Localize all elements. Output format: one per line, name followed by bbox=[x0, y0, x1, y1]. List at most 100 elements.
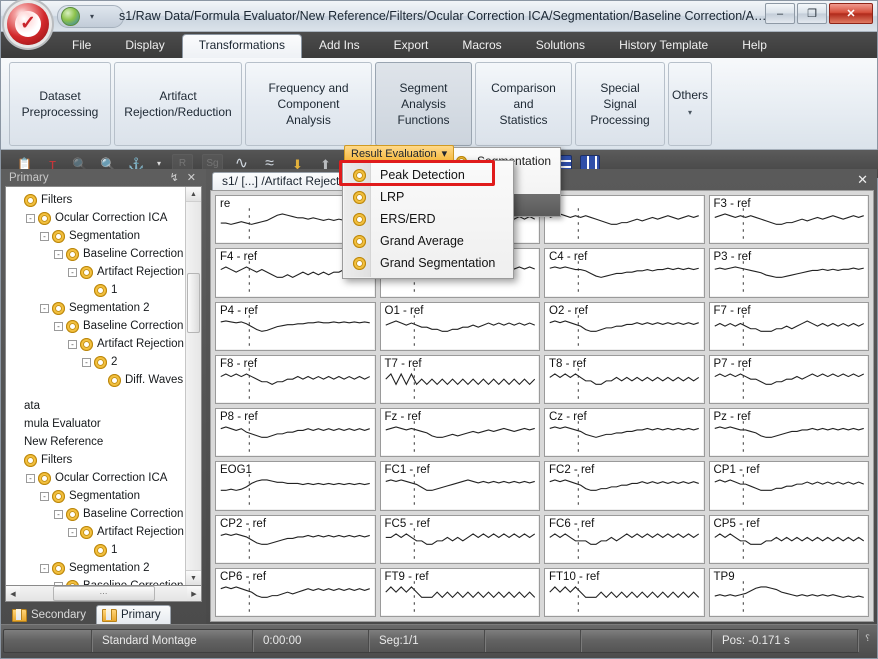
tree-expander[interactable]: - bbox=[68, 267, 77, 277]
tree-item[interactable]: - Segmentation 2 bbox=[8, 559, 185, 577]
channel-plot[interactable]: P8 - ref bbox=[215, 408, 376, 458]
ribbon-tab-add-ins[interactable]: Add Ins bbox=[302, 34, 377, 58]
pin-icon[interactable]: ↯ bbox=[170, 171, 179, 184]
channel-plot[interactable]: P4 - ref bbox=[215, 301, 376, 351]
ribbon-tab-help[interactable]: Help bbox=[725, 34, 784, 58]
tree-expander[interactable]: - bbox=[68, 527, 77, 537]
menu-item-grand-average[interactable]: Grand Average bbox=[343, 230, 513, 252]
tree-item[interactable]: - Segmentation 2 bbox=[8, 299, 185, 317]
ribbon-group-frequency-and[interactable]: Frequency and Component Analysis bbox=[245, 62, 372, 146]
menu-item-ers-erd[interactable]: ERS/ERD bbox=[343, 208, 513, 230]
scroll-up-arrow[interactable]: ▲ bbox=[186, 187, 201, 202]
channel-plot[interactable]: CP1 - ref bbox=[708, 461, 869, 511]
maximize-button[interactable]: ❐ bbox=[797, 3, 827, 24]
app-orb-button[interactable]: ✓ bbox=[7, 3, 49, 45]
tree-expander[interactable]: - bbox=[40, 563, 49, 573]
channel-plot[interactable]: FC2 - ref bbox=[544, 461, 705, 511]
tree-expander[interactable]: - bbox=[40, 231, 49, 241]
document-close-icon[interactable]: ✕ bbox=[857, 173, 868, 186]
tree-item[interactable]: 1 bbox=[8, 541, 185, 559]
scroll-down-arrow[interactable]: ▼ bbox=[186, 570, 201, 585]
sidebar-tab-primary[interactable]: Primary bbox=[95, 605, 171, 624]
channel-plot[interactable]: FT10 - ref bbox=[544, 567, 705, 617]
tree-expander[interactable]: - bbox=[82, 357, 91, 367]
channel-plot[interactable]: CP2 - ref bbox=[215, 514, 376, 564]
tree-expander[interactable]: - bbox=[54, 509, 63, 519]
channel-plot[interactable] bbox=[544, 195, 705, 245]
tree-item[interactable]: mula Evaluator bbox=[8, 415, 185, 433]
hscroll-thumb[interactable]: ⋯ bbox=[52, 586, 155, 601]
tree-item[interactable]: - Ocular Correction ICA bbox=[8, 469, 185, 487]
channel-plot[interactable]: Cz - ref bbox=[544, 408, 705, 458]
scroll-left-arrow[interactable]: ◀ bbox=[6, 586, 20, 601]
tree-item[interactable]: - Artifact Rejection bbox=[8, 263, 185, 281]
tree-item[interactable]: - Artifact Rejection bbox=[8, 335, 185, 353]
channel-plot[interactable]: P3 - ref bbox=[708, 248, 869, 298]
ribbon-group-others[interactable]: Others ▾ bbox=[668, 62, 712, 146]
tree-item[interactable]: - Baseline Correction bbox=[8, 505, 185, 523]
history-tree[interactable]: Filters - Ocular Correction ICA - Segmentati… bbox=[6, 187, 185, 585]
tree-expander[interactable]: - bbox=[40, 303, 49, 313]
chevron-down-icon[interactable]: ▾ bbox=[688, 108, 692, 117]
ribbon-group-segment-analysis[interactable]: Segment Analysis Functions bbox=[375, 62, 472, 146]
tree-expander[interactable]: - bbox=[26, 473, 35, 483]
tree-item[interactable]: Diff. Waves bbox=[8, 371, 185, 389]
ribbon-tab-macros[interactable]: Macros bbox=[445, 34, 518, 58]
ribbon-group-dataset[interactable]: Dataset Preprocessing bbox=[9, 62, 111, 146]
channel-plot[interactable]: F7 - ref bbox=[708, 301, 869, 351]
ribbon-tab-history-template[interactable]: History Template bbox=[602, 34, 725, 58]
ribbon-group-comparison-and[interactable]: Comparison and Statistics bbox=[475, 62, 572, 146]
scroll-right-arrow[interactable]: ▶ bbox=[187, 586, 201, 601]
ribbon-group-special-signal[interactable]: Special Signal Processing bbox=[575, 62, 665, 146]
tree-horizontal-scrollbar[interactable]: ◀ ⋯ ▶ bbox=[5, 586, 202, 602]
chevron-down-icon[interactable]: ▾ bbox=[90, 12, 94, 21]
tree-item[interactable]: 1 bbox=[8, 281, 185, 299]
ribbon-tab-transformations[interactable]: Transformations bbox=[181, 34, 302, 58]
tree-item[interactable]: - Segmentation bbox=[8, 487, 185, 505]
tree-expander[interactable]: - bbox=[54, 581, 63, 585]
channel-plot[interactable]: C4 - ref bbox=[544, 248, 705, 298]
tree-item[interactable]: - Baseline Correction bbox=[8, 317, 185, 335]
tree-item[interactable]: -2 bbox=[8, 353, 185, 371]
channel-plot[interactable]: CP6 - ref bbox=[215, 567, 376, 617]
ribbon-tab-solutions[interactable]: Solutions bbox=[519, 34, 602, 58]
tree-expander[interactable]: - bbox=[68, 339, 77, 349]
globe-icon[interactable] bbox=[61, 7, 80, 26]
ribbon-tab-export[interactable]: Export bbox=[377, 34, 446, 58]
channel-plot[interactable]: P7 - ref bbox=[708, 354, 869, 404]
channel-plot[interactable]: O2 - ref bbox=[544, 301, 705, 351]
tree-expander[interactable]: - bbox=[40, 491, 49, 501]
channel-plot[interactable]: Fz - ref bbox=[379, 408, 540, 458]
ribbon-tab-file[interactable]: File bbox=[55, 34, 108, 58]
close-icon[interactable]: ✕ bbox=[187, 171, 196, 184]
channel-plot[interactable]: FC1 - ref bbox=[379, 461, 540, 511]
channel-plot[interactable]: FC6 - ref bbox=[544, 514, 705, 564]
sidebar-tab-secondary[interactable]: Secondary bbox=[7, 606, 95, 624]
eeg-channel-grid[interactable]: re F3 - ref F4 - ref C4 - ref P3 - ref P4 - r… bbox=[210, 190, 874, 622]
tree-item[interactable]: - Baseline Correction bbox=[8, 245, 185, 263]
tree-expander[interactable]: - bbox=[54, 321, 63, 331]
channel-plot[interactable]: F8 - ref bbox=[215, 354, 376, 404]
tree-item[interactable]: - Ocular Correction ICA bbox=[8, 209, 185, 227]
quick-access-toolbar[interactable]: ▾ bbox=[57, 5, 124, 28]
channel-plot[interactable]: Pz - ref bbox=[708, 408, 869, 458]
tree-vertical-scrollbar[interactable]: ▲ ▼ bbox=[185, 187, 201, 585]
channel-plot[interactable]: TP9 bbox=[708, 567, 869, 617]
channel-plot[interactable]: FC5 - ref bbox=[379, 514, 540, 564]
channel-plot[interactable]: FT9 - ref bbox=[379, 567, 540, 617]
scroll-thumb[interactable] bbox=[187, 273, 200, 333]
menu-item-lrp[interactable]: LRP bbox=[343, 186, 513, 208]
tree-item[interactable]: Filters bbox=[8, 451, 185, 469]
tree-item[interactable]: Filters bbox=[8, 191, 185, 209]
channel-plot[interactable]: T8 - ref bbox=[544, 354, 705, 404]
channel-plot[interactable]: T7 - ref bbox=[379, 354, 540, 404]
channel-plot[interactable]: CP5 - ref bbox=[708, 514, 869, 564]
menu-item-grand-segmentation[interactable]: Grand Segmentation bbox=[343, 252, 513, 274]
tree-item[interactable]: - Baseline Correction bbox=[8, 577, 185, 585]
ribbon-group-artifact[interactable]: Artifact Rejection/Reduction bbox=[114, 62, 242, 146]
tree-item[interactable]: ata bbox=[8, 397, 185, 415]
tree-item[interactable]: - Segmentation bbox=[8, 227, 185, 245]
tree-item[interactable]: New Reference bbox=[8, 433, 185, 451]
tree-item[interactable]: - Artifact Rejection bbox=[8, 523, 185, 541]
close-button[interactable]: ✕ bbox=[829, 3, 873, 24]
